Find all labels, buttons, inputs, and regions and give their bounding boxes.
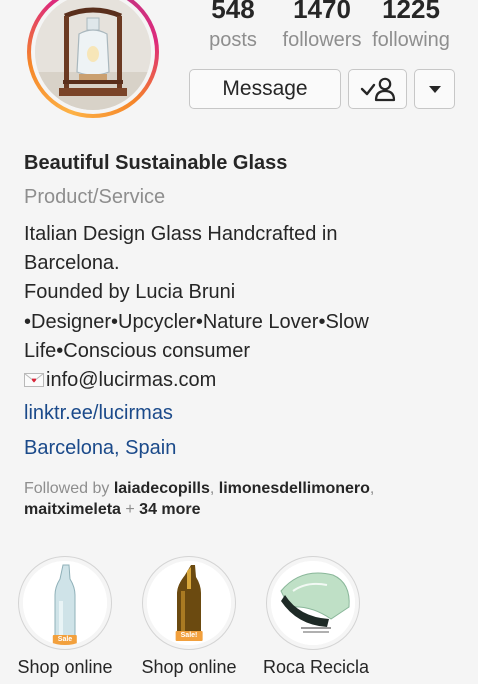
highlight-label: Roca Recicla [263,657,370,677]
person-check-icon [360,77,395,102]
location-link[interactable]: Barcelona, Spain [24,437,464,460]
suggested-dropdown-button[interactable] [414,69,455,109]
message-button[interactable]: Message [189,69,341,109]
stat-following[interactable]: 1225 following [366,0,456,54]
bio-line: Italian Design Glass Handcrafted in [24,223,338,245]
profile-bio: Italian Design Glass Handcrafted in Barc… [24,220,464,395]
highlight-shop-online-2[interactable]: Sale! Shop online [139,556,239,678]
love-letter-icon [24,367,44,388]
website-link[interactable]: linktr.ee/lucirmas [24,402,464,425]
profile-name: Beautiful Sustainable Glass [24,152,288,174]
followed-by[interactable]: Followed by laiadecopills, limonesdellim… [24,478,464,520]
bio-line: Life•Conscious consumer [24,339,250,362]
sale-badge: Sale! [175,631,203,641]
avatar-image [35,0,151,110]
highlight-label: Shop online [141,657,237,677]
clear-glass-bottle-icon [23,561,107,645]
highlight-cover [271,561,355,645]
glass-lamp-photo [35,0,151,110]
follower-username: limonesdellimonero [218,480,370,497]
followed-by-prefix: Followed by [24,480,114,497]
bio-line: Founded by Lucia Bruni [24,281,236,304]
followed-by-more: 34 more [139,501,201,518]
profile-page: 548 posts 1470 followers 1225 following … [0,0,478,684]
caret-down-icon [428,86,441,93]
following-label: following [372,29,450,51]
stat-posts[interactable]: 548 posts [204,0,262,54]
following-toggle-button[interactable] [348,69,407,109]
follower-username: maitximeleta [24,501,121,518]
posts-count: 548 [211,0,255,24]
highlight-cover: Sale [23,561,107,645]
profile-category: Product/Service [24,186,166,208]
bio-email[interactable]: info@lucirmas.com [46,369,216,391]
following-count: 1225 [382,0,440,24]
followers-label: followers [282,29,362,51]
highlight-label: Shop online [17,657,113,677]
message-button-label: Message [222,77,308,100]
posts-label: posts [209,29,257,51]
sale-badge: Sale [52,635,78,645]
highlight-shop-online-1[interactable]: Sale Shop online [15,556,115,678]
stat-followers[interactable]: 1470 followers [278,0,366,54]
highlight-roca-recicla[interactable]: Roca Recicla [263,556,370,678]
profile-avatar[interactable] [27,0,159,118]
follower-username: laiadecopills [113,480,210,497]
bio-line: Barcelona. [24,252,120,275]
followers-count: 1470 [293,0,351,24]
highlight-cover: Sale! [147,561,231,645]
bio-line: •Designer•Upcycler•Nature Lover•Slow [24,310,369,333]
green-glass-shard-icon [271,561,355,645]
bio-email-line: info@lucirmas.com [24,366,464,395]
